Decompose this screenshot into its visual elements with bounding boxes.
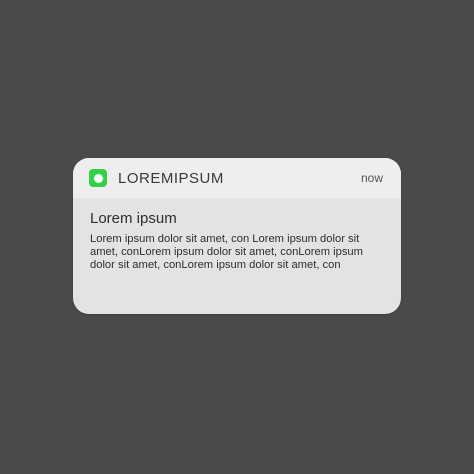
notification-card[interactable]: LOREMIPSUM now Lorem ipsum Lorem ipsum d… bbox=[73, 158, 401, 314]
app-badge-icon bbox=[89, 169, 107, 187]
notification-body: Lorem ipsum Lorem ipsum dolor sit amet, … bbox=[73, 198, 401, 273]
app-name: LOREMIPSUM bbox=[118, 169, 224, 187]
notification-title: Lorem ipsum bbox=[90, 210, 177, 227]
notification-header: LOREMIPSUM now bbox=[73, 158, 401, 198]
notification-message: Lorem ipsum dolor sit amet, con Lorem ip… bbox=[90, 233, 363, 272]
app-icon-dot bbox=[93, 173, 103, 183]
notification-timestamp: now bbox=[360, 171, 383, 185]
